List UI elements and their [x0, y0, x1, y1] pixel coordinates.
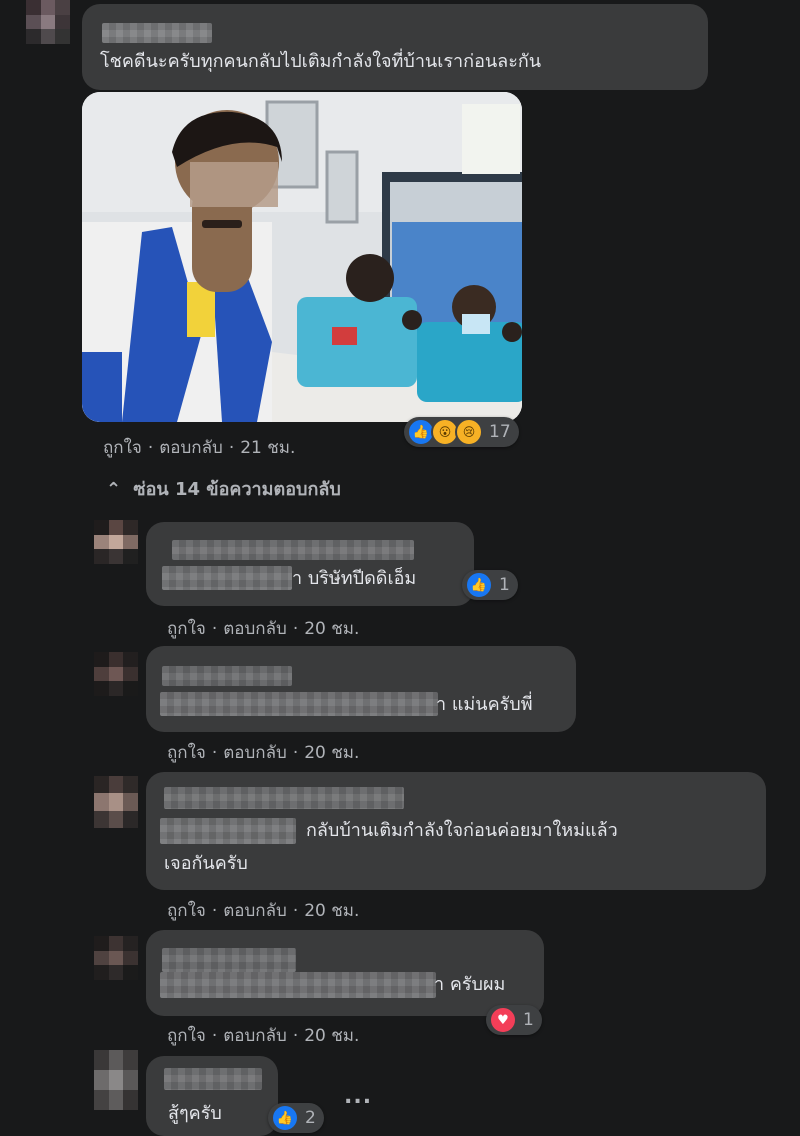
blurred-text — [160, 818, 296, 844]
avatar[interactable] — [94, 1050, 138, 1110]
reaction-count: 17 — [489, 422, 511, 442]
like-link[interactable]: ถูกใจ — [167, 901, 206, 921]
reply-text-line-1: กลับบ้านเติมกำลังใจก่อนค่อยมาใหม่แล้ว — [306, 820, 618, 841]
reply-meta: ถูกใจ · ตอบกลับ · 20 ชม. — [167, 619, 360, 639]
timestamp[interactable]: 20 ชม. — [304, 743, 359, 763]
reply-meta: ถูกใจ · ตอบกลับ · 20 ชม. — [167, 901, 360, 921]
timestamp[interactable]: 20 ชม. — [304, 619, 359, 639]
reply-meta: ถูกใจ · ตอบกลับ · 20 ชม. — [167, 1026, 360, 1046]
reply-text: สู้ๆครับ — [168, 1103, 222, 1124]
reply-link[interactable]: ตอบกลับ — [223, 901, 287, 921]
timestamp[interactable]: 21 ชม. — [240, 438, 295, 458]
comment-text: โชคดีนะครับทุกคนกลับไปเติมกำลังใจที่บ้าน… — [100, 51, 542, 72]
blurred-username[interactable] — [102, 23, 212, 43]
sad-icon: 😢 — [455, 418, 483, 446]
more-options-button[interactable]: ... — [344, 1084, 372, 1109]
like-link[interactable]: ถูกใจ — [167, 743, 206, 763]
avatar[interactable] — [26, 0, 70, 44]
like-link[interactable]: ถูกใจ — [167, 1026, 206, 1046]
reaction-count: 2 — [305, 1108, 316, 1128]
reaction-summary[interactable]: ♥ 1 — [486, 1005, 542, 1035]
blurred-username[interactable] — [162, 948, 296, 972]
avatar[interactable] — [94, 652, 138, 696]
reaction-summary[interactable]: 👍 2 — [268, 1103, 324, 1133]
hide-replies-toggle[interactable]: ⌃ ซ่อน 14 ข้อความตอบกลับ — [106, 474, 341, 503]
timestamp[interactable]: 20 ชม. — [304, 901, 359, 921]
reaction-count: 1 — [523, 1010, 534, 1030]
reaction-count: 1 — [499, 575, 510, 595]
like-icon: 👍 — [271, 1104, 299, 1132]
blurred-text — [162, 566, 292, 590]
blurred-username[interactable] — [172, 540, 414, 560]
photo-image — [82, 92, 522, 422]
reply-text: า บริษัทปีดดิเอ็ม — [292, 568, 417, 589]
heart-icon: ♥ — [489, 1006, 517, 1034]
hide-replies-label: ซ่อน 14 ข้อความตอบกลับ — [133, 479, 341, 500]
timestamp[interactable]: 20 ชม. — [304, 1026, 359, 1046]
reply-text: า ครับผม — [434, 974, 506, 995]
reply-link[interactable]: ตอบกลับ — [159, 438, 223, 458]
reply-bubble: า บริษัทปีดดิเอ็ม — [146, 522, 474, 606]
comment-bubble: โชคดีนะครับทุกคนกลับไปเติมกำลังใจที่บ้าน… — [82, 4, 708, 90]
reply-bubble: า ครับผม — [146, 930, 544, 1016]
like-link[interactable]: ถูกใจ — [167, 619, 206, 639]
blurred-username[interactable] — [164, 1068, 262, 1090]
blurred-username[interactable] — [164, 787, 404, 809]
reply-text: า แม่นครับพี่ — [436, 694, 533, 715]
reply-bubble: กลับบ้านเติมกำลังใจก่อนค่อยมาใหม่แล้ว เจ… — [146, 772, 766, 890]
reply-link[interactable]: ตอบกลับ — [223, 743, 287, 763]
avatar[interactable] — [94, 936, 138, 980]
avatar[interactable] — [94, 520, 138, 564]
like-link[interactable]: ถูกใจ — [103, 438, 142, 458]
reply-link[interactable]: ตอบกลับ — [223, 619, 287, 639]
like-icon: 👍 — [465, 571, 493, 599]
chevron-up-icon: ⌃ — [106, 479, 122, 500]
reaction-summary[interactable]: 👍 1 — [462, 570, 518, 600]
avatar[interactable] — [94, 776, 138, 828]
blurred-text — [160, 692, 438, 716]
comment-photo[interactable] — [82, 92, 522, 422]
reply-meta: ถูกใจ · ตอบกลับ · 20 ชม. — [167, 743, 360, 763]
blurred-text — [160, 972, 436, 998]
reply-bubble: สู้ๆครับ — [146, 1056, 278, 1136]
reply-text-line-2: เจอกันครับ — [164, 853, 248, 874]
reply-bubble: า แม่นครับพี่ — [146, 646, 576, 732]
blurred-username[interactable] — [162, 666, 292, 686]
reply-link[interactable]: ตอบกลับ — [223, 1026, 287, 1046]
reaction-summary[interactable]: 👍 😮 😢 17 — [404, 417, 519, 447]
comment-meta: ถูกใจ · ตอบกลับ · 21 ชม. — [103, 438, 296, 458]
